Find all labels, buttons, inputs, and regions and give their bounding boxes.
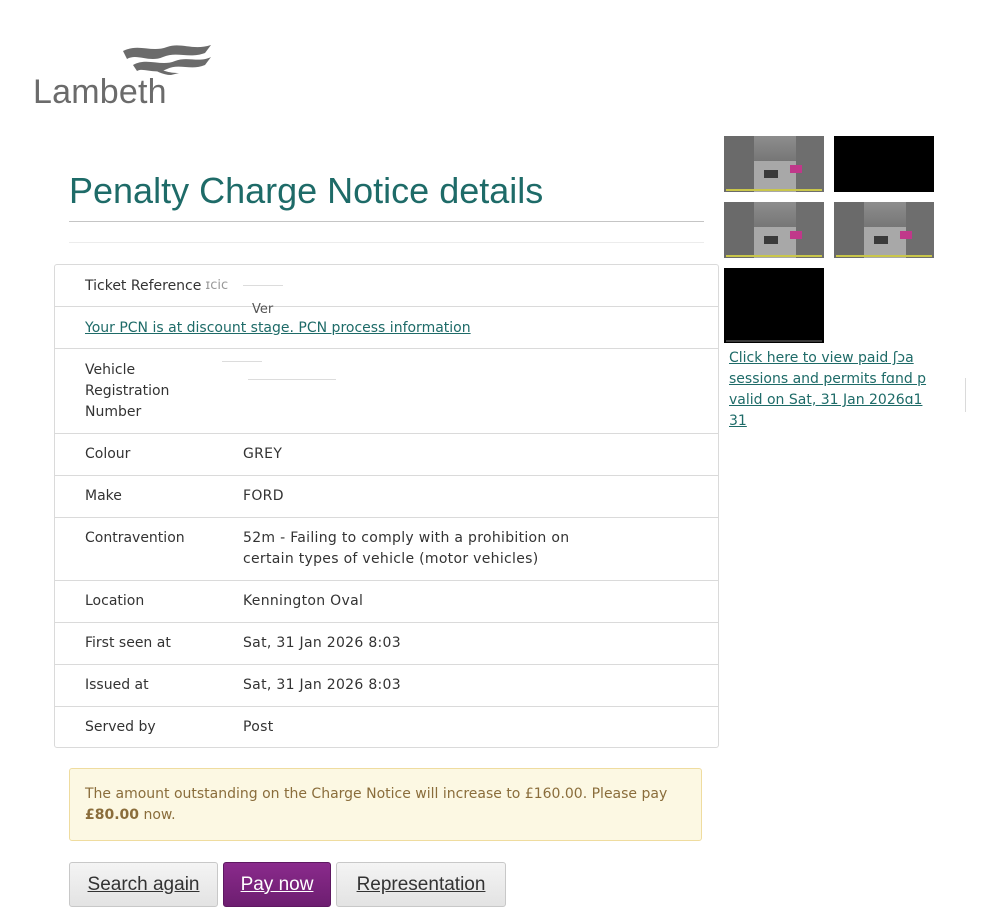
issued-at-value: Sat, 31 Jan 2026 8:03 bbox=[243, 677, 401, 693]
redaction-mark bbox=[243, 285, 283, 286]
contravention-label: Contravention bbox=[85, 530, 185, 546]
table-row: Make FORD bbox=[55, 475, 718, 517]
page-title: Penalty Charge Notice details bbox=[69, 170, 544, 211]
title-divider bbox=[69, 221, 704, 222]
issued-at-label: Issued at bbox=[85, 677, 149, 693]
contravention-value: 52m - Failing to comply with a prohibiti… bbox=[243, 530, 570, 567]
divider bbox=[965, 378, 966, 412]
evidence-photo-thumbnail[interactable] bbox=[834, 202, 934, 258]
table-row: Issued at Sat, 31 Jan 2026 8:03 bbox=[55, 664, 718, 706]
colour-value: GREY bbox=[243, 446, 283, 462]
lambeth-wordmark: Lambeth bbox=[33, 73, 167, 111]
ticket-reference-row: Ticket Reference ɪcic Ver bbox=[55, 265, 718, 317]
ticket-reference-value: ɪcic bbox=[205, 278, 229, 293]
representation-button[interactable]: Representation bbox=[336, 862, 506, 907]
table-row: Served by Post bbox=[55, 706, 718, 747]
notice-amount: £80.00 bbox=[85, 807, 140, 823]
served-by-label: Served by bbox=[85, 718, 156, 735]
make-label: Make bbox=[85, 488, 122, 504]
ticket-reference-fragment: Ver bbox=[252, 302, 274, 317]
section-divider bbox=[69, 242, 704, 243]
vehicle-registration-row: Vehicle Registration Number bbox=[55, 348, 718, 433]
lambeth-logo: Lambeth bbox=[33, 43, 218, 113]
pcn-stage-row: Your PCN is at discount stage. PCN proce… bbox=[55, 306, 718, 348]
served-by-value: Post bbox=[243, 718, 274, 735]
evidence-photo-thumbnail[interactable] bbox=[724, 202, 824, 258]
notice-text: The amount outstanding on the Charge Not… bbox=[85, 786, 668, 802]
lambeth-waves-icon bbox=[123, 45, 211, 75]
table-row: Contravention 52m - Failing to comply wi… bbox=[55, 517, 718, 580]
make-value: FORD bbox=[243, 488, 284, 504]
table-row: Location Kennington Oval bbox=[55, 580, 718, 622]
pcn-process-link[interactable]: Your PCN is at discount stage. PCN proce… bbox=[85, 320, 471, 336]
pay-now-button[interactable]: Pay now bbox=[223, 862, 331, 907]
location-value: Kennington Oval bbox=[243, 593, 364, 609]
evidence-video-thumbnail[interactable] bbox=[724, 268, 824, 343]
location-label: Location bbox=[85, 593, 145, 609]
vehicle-registration-label: Vehicle Registration Number bbox=[85, 361, 170, 420]
search-again-button[interactable]: Search again bbox=[69, 862, 218, 907]
evidence-photo-thumbnail[interactable] bbox=[724, 136, 824, 192]
first-seen-value: Sat, 31 Jan 2026 8:03 bbox=[243, 635, 401, 651]
paid-sessions-link[interactable]: Click here to view paid ʃɔa sessions and… bbox=[729, 348, 934, 432]
first-seen-label: First seen at bbox=[85, 635, 171, 651]
pcn-details-panel: Ticket Reference ɪcic Ver Your PCN is at… bbox=[54, 264, 719, 748]
colour-label: Colour bbox=[85, 446, 131, 462]
table-row: Colour GREY bbox=[55, 433, 718, 475]
redaction-mark bbox=[222, 361, 262, 362]
notice-text-end: now. bbox=[143, 807, 176, 823]
ticket-reference-label: Ticket Reference bbox=[85, 277, 202, 294]
redaction-mark bbox=[248, 379, 336, 380]
discount-warning-notice: The amount outstanding on the Charge Not… bbox=[69, 768, 702, 841]
table-row: First seen at Sat, 31 Jan 2026 8:03 bbox=[55, 622, 718, 664]
evidence-photo-thumbnail[interactable] bbox=[834, 136, 934, 192]
